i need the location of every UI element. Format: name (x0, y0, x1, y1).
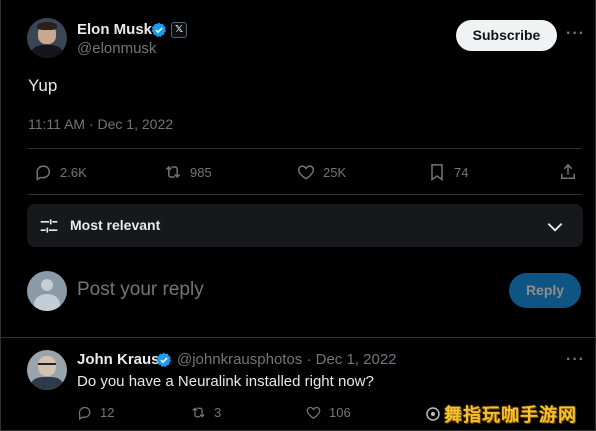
reply-reply-action[interactable]: 12 (76, 404, 114, 421)
x-logo-icon: 𝕏 (171, 22, 187, 38)
reply-sort-dropdown[interactable]: Most relevant (27, 204, 583, 247)
like-icon (306, 406, 321, 419)
author-name[interactable]: Elon Musk (77, 21, 152, 38)
tweet-text: Yup (28, 76, 58, 95)
verified-badge-icon (156, 352, 171, 367)
reply-input[interactable]: Post your reply (77, 279, 204, 301)
more-icon[interactable]: ··· (566, 25, 585, 43)
like-action[interactable]: 25K (296, 162, 346, 182)
reply-icon (78, 406, 91, 421)
reply-meta[interactable]: @johnkrausphotos · Dec 1, 2022 (177, 351, 397, 368)
author-handle[interactable]: @elonmusk (77, 40, 156, 57)
sort-label: Most relevant (70, 217, 161, 233)
reply-count: 2.6K (60, 164, 87, 180)
reply-action[interactable]: 2.6K (33, 162, 87, 182)
reply-icon (36, 165, 51, 181)
watermark-text: 舞指玩咖手游网 (444, 405, 577, 425)
reply-like-count: 106 (329, 405, 351, 420)
subscribe-button[interactable]: Subscribe (456, 20, 557, 51)
reply-retweet-action[interactable]: 3 (190, 404, 221, 421)
verified-badge-icon (151, 22, 166, 37)
author-avatar[interactable] (27, 18, 67, 58)
share-action[interactable] (558, 162, 585, 182)
retweet-icon (165, 165, 181, 179)
filter-icon (40, 219, 58, 233)
like-count: 25K (323, 164, 347, 180)
retweet-count: 985 (190, 164, 212, 180)
more-icon[interactable]: ··· (566, 351, 585, 369)
reply-text: Do you have a Neuralink installed right … (77, 373, 374, 390)
bookmark-icon (431, 164, 443, 181)
reply-reply-count: 12 (100, 405, 115, 420)
reply-like-action[interactable]: 106 (305, 404, 351, 421)
retweet-action[interactable]: 985 (163, 162, 212, 182)
divider (28, 148, 582, 149)
tweet-timestamp[interactable]: 11:11 AM · Dec 1, 2022 (28, 116, 173, 132)
reply-button[interactable]: Reply (509, 273, 581, 308)
bookmark-count: 74 (454, 164, 469, 180)
reply-author-avatar[interactable] (27, 350, 67, 390)
divider (0, 337, 596, 338)
retweet-icon (192, 407, 205, 418)
divider (28, 194, 582, 195)
reply-author-name[interactable]: John Kraus (77, 351, 160, 368)
share-icon (561, 163, 575, 179)
reply-retweet-count: 3 (214, 405, 222, 420)
chevron-down-icon (547, 223, 563, 232)
bookmark-action[interactable]: 74 (427, 162, 468, 182)
user-avatar[interactable] (27, 271, 67, 311)
like-icon (297, 165, 315, 180)
